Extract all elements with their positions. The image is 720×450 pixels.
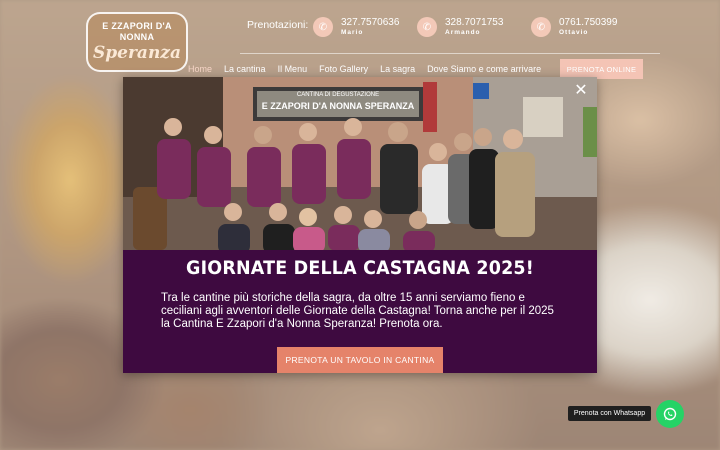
main-nav: Home La cantina Il Menu Foto Gallery La … — [188, 64, 553, 74]
logo-line1: E ZZAPORI D'A NONNA — [102, 21, 172, 42]
modal-title: GIORNATE DELLA CASTAGNA 2025! — [186, 257, 534, 279]
nav-dove-siamo[interactable]: Dove Siamo e come arrivare — [427, 64, 541, 74]
whatsapp-label[interactable]: Prenota con Whatsapp — [568, 406, 651, 421]
contact-number: 0761.750399 — [559, 17, 618, 28]
sign-small-text: CANTINA DI DEGUSTAZIONE — [296, 92, 380, 98]
close-icon[interactable]: ✕ — [573, 83, 589, 99]
contact-name: Armando — [445, 29, 481, 36]
book-table-button[interactable]: PRENOTA UN TAVOLO IN CANTINA — [277, 347, 443, 373]
nav-la-cantina[interactable]: La cantina — [224, 64, 266, 74]
contact-number: 327.7570636 — [341, 17, 400, 28]
nav-la-sagra[interactable]: La sagra — [380, 64, 415, 74]
prenota-online-button[interactable]: PRENOTA ONLINE — [560, 59, 643, 79]
contact-name: Ottavio — [559, 29, 589, 36]
phone-icon: ✆ — [417, 17, 437, 37]
modal-body-text: Tra le cantine più storiche della sagra,… — [161, 292, 554, 330]
whatsapp-button[interactable] — [656, 400, 684, 428]
contact-ottavio[interactable]: ✆ 0761.750399 Ottavio — [531, 16, 617, 38]
whatsapp-icon — [663, 407, 677, 421]
nav-home[interactable]: Home — [188, 64, 212, 74]
site-logo[interactable]: E ZZAPORI D'A NONNA Speranza — [86, 12, 188, 72]
contact-number: 328.7071753 — [445, 17, 504, 28]
header-divider — [240, 53, 660, 54]
phone-icon: ✆ — [313, 17, 333, 37]
group-photo: CANTINA DI DEGUSTAZIONE E ZZAPORI D'A NO… — [123, 77, 597, 250]
prenotazioni-label: Prenotazioni: — [247, 19, 309, 31]
sign-text: E ZZAPORI D'A NONNA SPERANZA — [261, 101, 415, 111]
contact-mario[interactable]: ✆ 327.7570636 Mario — [313, 16, 399, 38]
nav-il-menu[interactable]: Il Menu — [278, 64, 308, 74]
contact-name: Mario — [341, 29, 364, 36]
phone-icon: ✆ — [531, 17, 551, 37]
promo-modal: CANTINA DI DEGUSTAZIONE E ZZAPORI D'A NO… — [123, 77, 597, 373]
contact-armando[interactable]: ✆ 328.7071753 Armando — [417, 16, 503, 38]
logo-line2: Speranza — [93, 43, 181, 63]
nav-foto-gallery[interactable]: Foto Gallery — [319, 64, 368, 74]
